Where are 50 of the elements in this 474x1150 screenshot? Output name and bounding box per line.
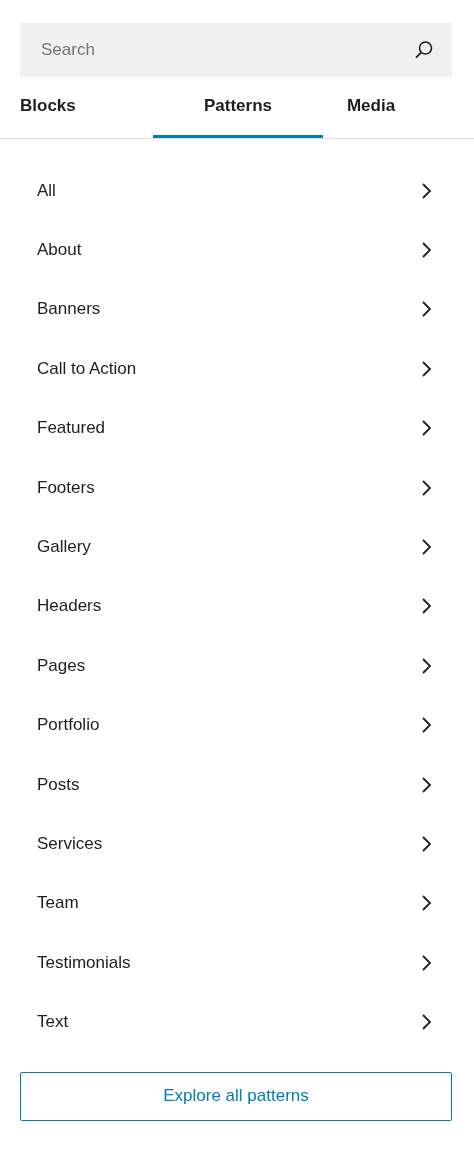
category-item[interactable]: About [20,220,454,280]
chevron-right-icon [420,359,432,378]
tab[interactable]: Patterns [153,77,323,138]
category-item[interactable]: Pages [20,636,454,696]
category-item[interactable]: Footers [20,457,454,518]
category-item[interactable]: Call to Action [20,339,454,399]
category-item[interactable]: Testimonials [20,933,454,993]
category-label: Pages [37,655,86,676]
chevron-right-icon [420,300,432,319]
category-label: Headers [37,596,102,617]
chevron-right-icon [420,1013,432,1032]
chevron-right-icon [420,597,432,616]
category-item[interactable]: All [20,161,454,221]
chevron-right-icon [420,241,432,260]
chevron-right-icon [420,656,432,675]
category-label: Testimonials [37,952,131,973]
explore-patterns-button[interactable]: Explore all patterns [20,1071,452,1121]
category-item[interactable]: Featured [20,398,454,458]
category-label: Footers [37,477,95,498]
chevron-right-icon [420,835,432,853]
tab[interactable]: Blocks [20,77,153,138]
chevron-right-icon [420,538,432,557]
category-item[interactable]: Services [20,814,454,874]
category-item[interactable]: Text [20,992,454,1052]
chevron-right-icon [420,953,432,972]
chevron-right-icon [420,716,432,735]
chevron-right-icon [420,419,432,438]
category-item[interactable]: Banners [20,279,454,340]
category-label: Text [37,1012,69,1033]
category-label: Posts [37,774,80,795]
category-item[interactable]: Posts [20,754,454,815]
category-label: Featured [37,418,106,439]
category-label: Team [37,893,79,914]
category-label: Portfolio [37,715,100,736]
category-label: Call to Action [37,358,137,379]
category-label: Services [37,834,103,854]
category-item[interactable]: Portfolio [20,695,454,755]
chevron-right-icon [420,775,432,794]
category-label: Banners [37,299,101,320]
chevron-right-icon [420,478,432,497]
chevron-right-icon [420,894,432,913]
tab[interactable]: Media [323,77,419,138]
category-label: Gallery [37,537,91,558]
category-item[interactable]: Headers [20,576,454,637]
chevron-right-icon [420,181,432,200]
category-item[interactable]: Gallery [20,517,454,577]
category-label: About [37,240,82,261]
search-field[interactable]: Search [20,23,452,77]
category-label: All [37,180,56,201]
category-item[interactable]: Team [20,873,454,934]
